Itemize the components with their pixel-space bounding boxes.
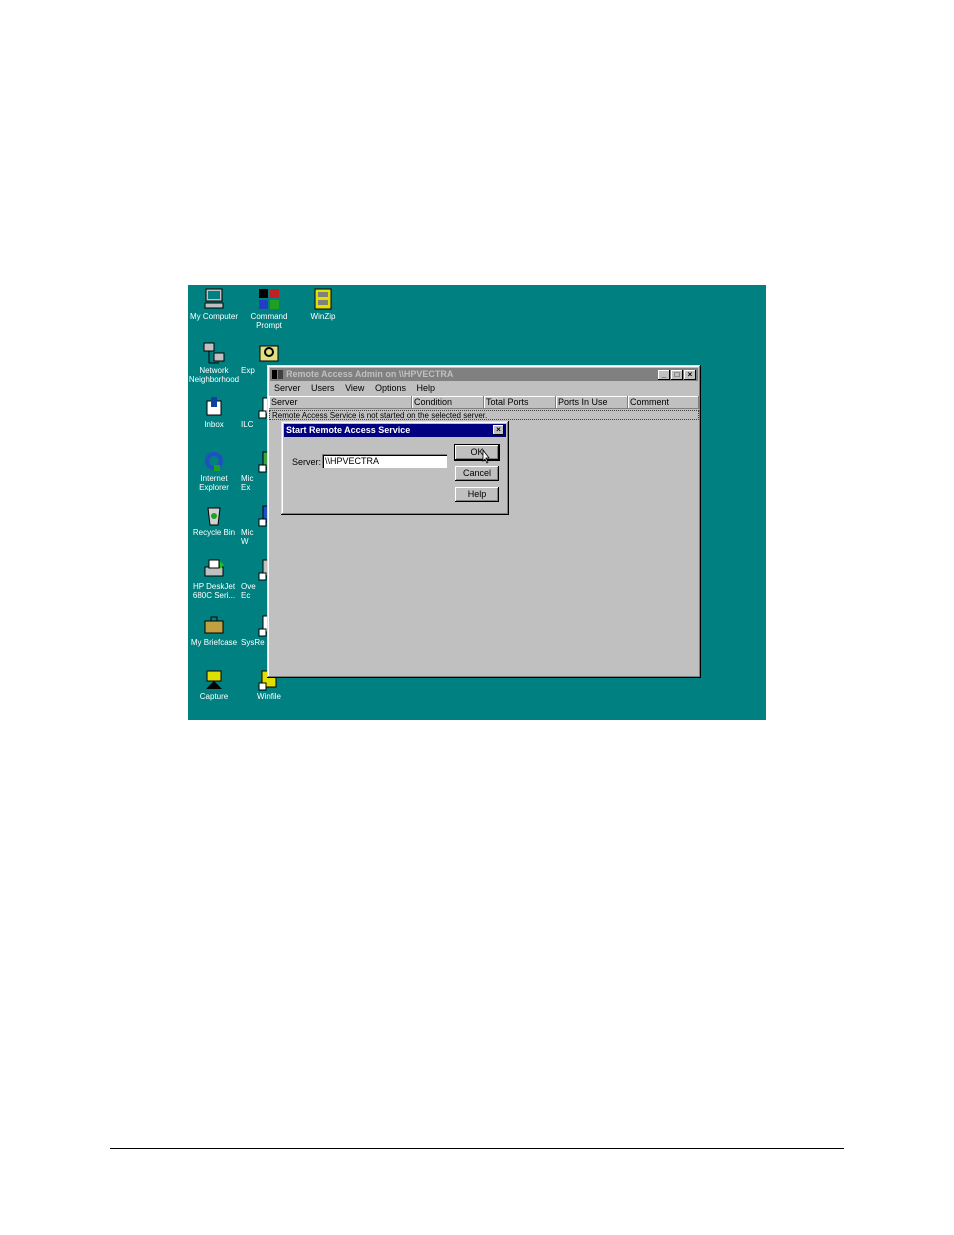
column-comment[interactable]: Comment — [628, 396, 699, 409]
dialog-close-button[interactable]: × — [493, 425, 504, 435]
menu-users[interactable]: Users — [311, 383, 335, 393]
server-label: Server: — [292, 457, 322, 467]
desktop-icon-winzip[interactable]: WinZip — [295, 287, 351, 321]
column-condition[interactable]: Condition — [412, 396, 484, 409]
minimize-button[interactable]: _ — [658, 370, 670, 380]
desktop-icon-hp-deskjet[interactable]: HP DeskJet 680C Seri... — [188, 557, 242, 600]
menu-options[interactable]: Options — [375, 383, 406, 393]
explorer-icon — [259, 345, 279, 362]
desktop-icon-capture[interactable]: Capture — [188, 667, 242, 701]
icon-label: Network Neighborhood — [188, 366, 240, 384]
server-input[interactable]: \\HPVECTRA — [322, 454, 447, 468]
menu-bar: Server Users View Options Help — [270, 382, 698, 395]
mouse-pointer-icon — [482, 449, 490, 464]
cancel-button[interactable]: Cancel — [455, 466, 499, 481]
ms-dos-icon — [259, 289, 279, 309]
ok-button[interactable]: OK — [454, 444, 500, 461]
printer-icon — [204, 559, 224, 577]
icon-label: Capture — [199, 692, 229, 701]
desktop-icon-internet-explorer[interactable]: Internet Explorer — [188, 449, 242, 492]
menu-view[interactable]: View — [345, 383, 364, 393]
recycle-bin-icon — [207, 507, 221, 526]
remote-access-admin-window: Remote Access Admin on \\HPVECTRA _ □ × … — [267, 365, 701, 678]
list-header: Server Condition Total Ports Ports In Us… — [269, 396, 699, 409]
menu-help[interactable]: Help — [416, 383, 435, 393]
icon-label: Winfile — [256, 692, 281, 701]
icon-label: Inbox — [204, 420, 224, 429]
icon-label: Recycle Bin — [192, 528, 236, 537]
desktop-icon-network-neighborhood[interactable]: Network Neighborhood — [188, 341, 242, 384]
column-ports-in-use[interactable]: Ports In Use — [556, 396, 628, 409]
desktop-icon-my-briefcase[interactable]: My Briefcase — [188, 613, 242, 647]
icon-label: My Briefcase — [190, 638, 238, 647]
close-button[interactable]: × — [684, 370, 696, 380]
briefcase-icon — [204, 616, 224, 634]
app-icon — [272, 370, 283, 379]
dialog-titlebar[interactable]: Start Remote Access Service × — [284, 424, 506, 437]
desktop: My Computer Network Neighborhood Inbox I… — [188, 285, 766, 720]
column-server[interactable]: Server — [269, 396, 412, 409]
icon-label: Command Prompt — [250, 312, 288, 330]
window-titlebar[interactable]: Remote Access Admin on \\HPVECTRA _ □ × — [270, 368, 698, 381]
desktop-icon-inbox[interactable]: Inbox — [188, 395, 242, 429]
capture-icon — [206, 670, 222, 689]
start-remote-access-dialog: Start Remote Access Service × Server: \\… — [281, 421, 509, 515]
window-title: Remote Access Admin on \\HPVECTRA — [286, 369, 454, 379]
desktop-icon-recycle-bin[interactable]: Recycle Bin — [188, 503, 242, 537]
icon-label: Internet Explorer — [199, 474, 229, 492]
icon-label: HP DeskJet 680C Seri... — [192, 582, 236, 600]
list-item[interactable]: Remote Access Service is not started on … — [269, 410, 699, 420]
column-total-ports[interactable]: Total Ports — [484, 396, 556, 409]
desktop-icon-my-computer[interactable]: My Computer — [188, 287, 242, 321]
dialog-title: Start Remote Access Service — [286, 425, 411, 435]
desktop-icon-command-prompt[interactable]: Command Prompt — [241, 287, 297, 330]
winzip-icon — [314, 288, 332, 310]
maximize-button[interactable]: □ — [671, 370, 683, 380]
icon-label: WinZip — [310, 312, 336, 321]
ie-icon — [205, 452, 223, 471]
menu-server[interactable]: Server — [274, 383, 301, 393]
computer-icon — [204, 288, 224, 309]
inbox-icon — [206, 397, 222, 416]
help-button[interactable]: Help — [455, 487, 499, 502]
icon-label: My Computer — [189, 312, 238, 321]
footer-rule — [110, 1148, 844, 1149]
network-icon — [203, 342, 225, 364]
